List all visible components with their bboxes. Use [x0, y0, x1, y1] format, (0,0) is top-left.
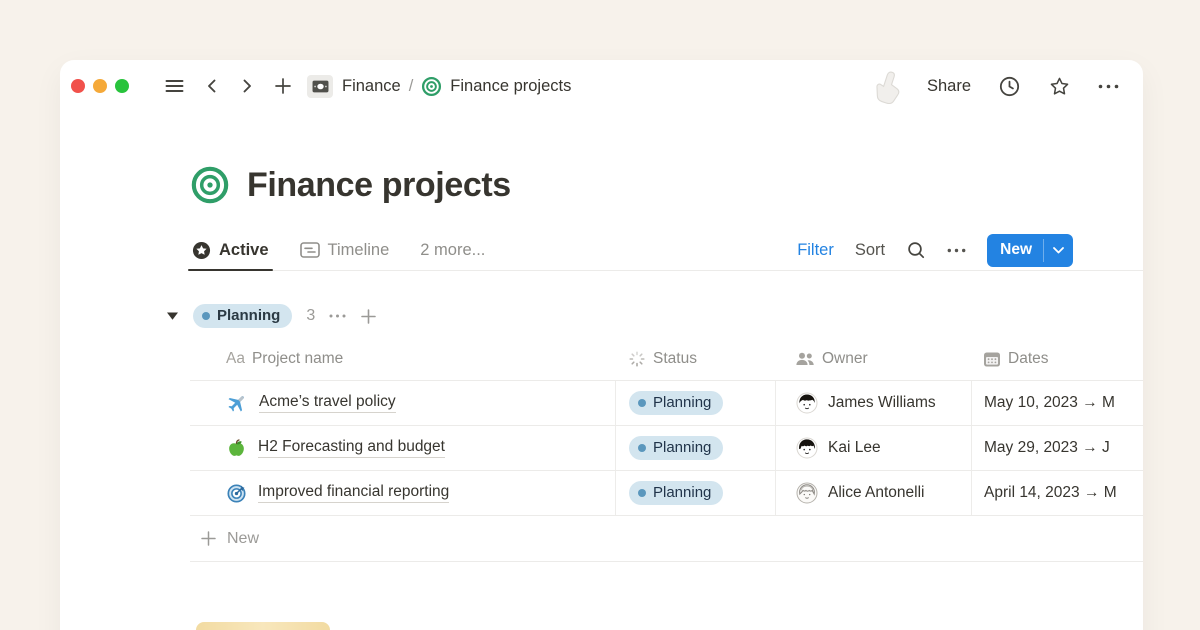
owner-cell[interactable]: Alice Antonelli [775, 471, 971, 515]
project-name-cell[interactable]: Acme’s travel policy [190, 381, 615, 425]
tab-more-label: 2 more... [420, 241, 485, 260]
breadcrumb: Finance / Finance projects [342, 76, 571, 97]
notion-window: Finance / Finance projects Share [60, 60, 1143, 630]
group-more-icon[interactable] [329, 314, 346, 318]
group-status-pill[interactable]: Planning [193, 304, 292, 328]
status-dot-icon [638, 444, 646, 452]
tab-more-views[interactable]: 2 more... [418, 230, 487, 270]
minimize-window-button[interactable] [93, 79, 107, 93]
chevron-down-icon[interactable] [1044, 234, 1073, 267]
text-type-icon: Aa [226, 350, 245, 368]
clock-history-icon[interactable] [998, 75, 1021, 98]
status-burst-icon [628, 350, 646, 368]
group-count: 3 [306, 307, 315, 325]
window-toolbar: Finance / Finance projects Share [60, 60, 1143, 112]
dart-target-icon [226, 483, 247, 504]
owner-cell[interactable]: James Williams [775, 381, 971, 425]
star-badge-icon [192, 241, 211, 260]
owner-cell[interactable]: Kai Lee [775, 426, 971, 470]
column-header-owner[interactable]: Owner [775, 350, 971, 368]
zoom-window-button[interactable] [115, 79, 129, 93]
new-button[interactable]: New [987, 234, 1073, 267]
view-tabs-bar: Active Timeline 2 more... Filter Sort Ne… [190, 230, 1143, 271]
add-row-label: New [227, 530, 259, 548]
tab-active[interactable]: Active [190, 230, 271, 270]
close-window-button[interactable] [71, 79, 85, 93]
view-options-icon[interactable] [947, 248, 966, 253]
projects-table: Aa Project name Status Owner Dates [190, 338, 1143, 562]
tab-active-label: Active [219, 241, 269, 260]
target-page-icon [421, 76, 442, 97]
breadcrumb-current[interactable]: Finance projects [450, 77, 571, 96]
forward-icon[interactable] [238, 77, 256, 95]
sidebar-menu-icon[interactable] [163, 75, 186, 97]
page-target-icon[interactable] [190, 165, 230, 205]
collapse-triangle-icon[interactable] [166, 311, 179, 321]
status-cell[interactable]: Planning [615, 381, 775, 425]
breadcrumb-separator: / [409, 77, 414, 96]
sort-button[interactable]: Sort [855, 241, 885, 260]
page-title[interactable]: Finance projects [247, 166, 511, 205]
avatar [796, 392, 818, 414]
people-icon [795, 351, 815, 367]
table-row: Acme’s travel policy Planning James Will… [190, 381, 1143, 426]
avatar [796, 482, 818, 504]
table-row: Improved financial reporting Planning Al… [190, 471, 1143, 516]
tab-timeline[interactable]: Timeline [298, 230, 392, 270]
more-options-icon[interactable] [1098, 84, 1119, 89]
status-dot-icon [638, 399, 646, 407]
project-name-cell[interactable]: H2 Forecasting and budget [190, 426, 615, 470]
project-name-cell[interactable]: Improved financial reporting [190, 471, 615, 515]
banknote-icon[interactable] [307, 75, 333, 98]
plus-icon [200, 530, 217, 547]
dates-cell[interactable]: May 10, 2023 → M [971, 381, 1143, 425]
dates-cell[interactable]: April 14, 2023 → M [971, 471, 1143, 515]
dates-cell[interactable]: May 29, 2023 → J [971, 426, 1143, 470]
add-row-button[interactable]: New [190, 516, 1143, 562]
airplane-icon [226, 392, 248, 414]
favorite-star-icon[interactable] [1048, 75, 1071, 98]
calendar-icon [983, 351, 1001, 368]
status-cell[interactable]: Planning [615, 426, 775, 470]
status-dot-icon [638, 489, 646, 497]
column-header-dates[interactable]: Dates [971, 350, 1143, 368]
filter-button[interactable]: Filter [797, 241, 834, 260]
column-header-project-name[interactable]: Aa Project name [190, 350, 615, 368]
tab-timeline-label: Timeline [328, 241, 390, 260]
group-add-icon[interactable] [360, 308, 377, 325]
avatar [796, 437, 818, 459]
page-header: Finance projects [190, 158, 1143, 212]
timeline-icon [300, 241, 320, 259]
group-header: Planning 3 [166, 294, 1143, 338]
table-row: H2 Forecasting and budget Planning Kai L… [190, 426, 1143, 471]
table-header-row: Aa Project name Status Owner Dates [190, 338, 1143, 381]
status-cell[interactable]: Planning [615, 471, 775, 515]
back-icon[interactable] [203, 77, 221, 95]
share-button[interactable]: Share [927, 77, 971, 96]
new-button-label[interactable]: New [987, 234, 1043, 267]
breadcrumb-parent[interactable]: Finance [342, 77, 401, 96]
partial-callout-block [196, 622, 330, 630]
status-dot-icon [202, 312, 210, 320]
traffic-lights [71, 79, 129, 93]
cursor-hand-graphic [874, 68, 904, 104]
column-header-status[interactable]: Status [615, 350, 775, 368]
search-icon[interactable] [906, 240, 926, 260]
green-apple-icon [226, 438, 247, 459]
new-page-plus-icon[interactable] [273, 76, 293, 96]
group-status-label: Planning [217, 307, 280, 324]
